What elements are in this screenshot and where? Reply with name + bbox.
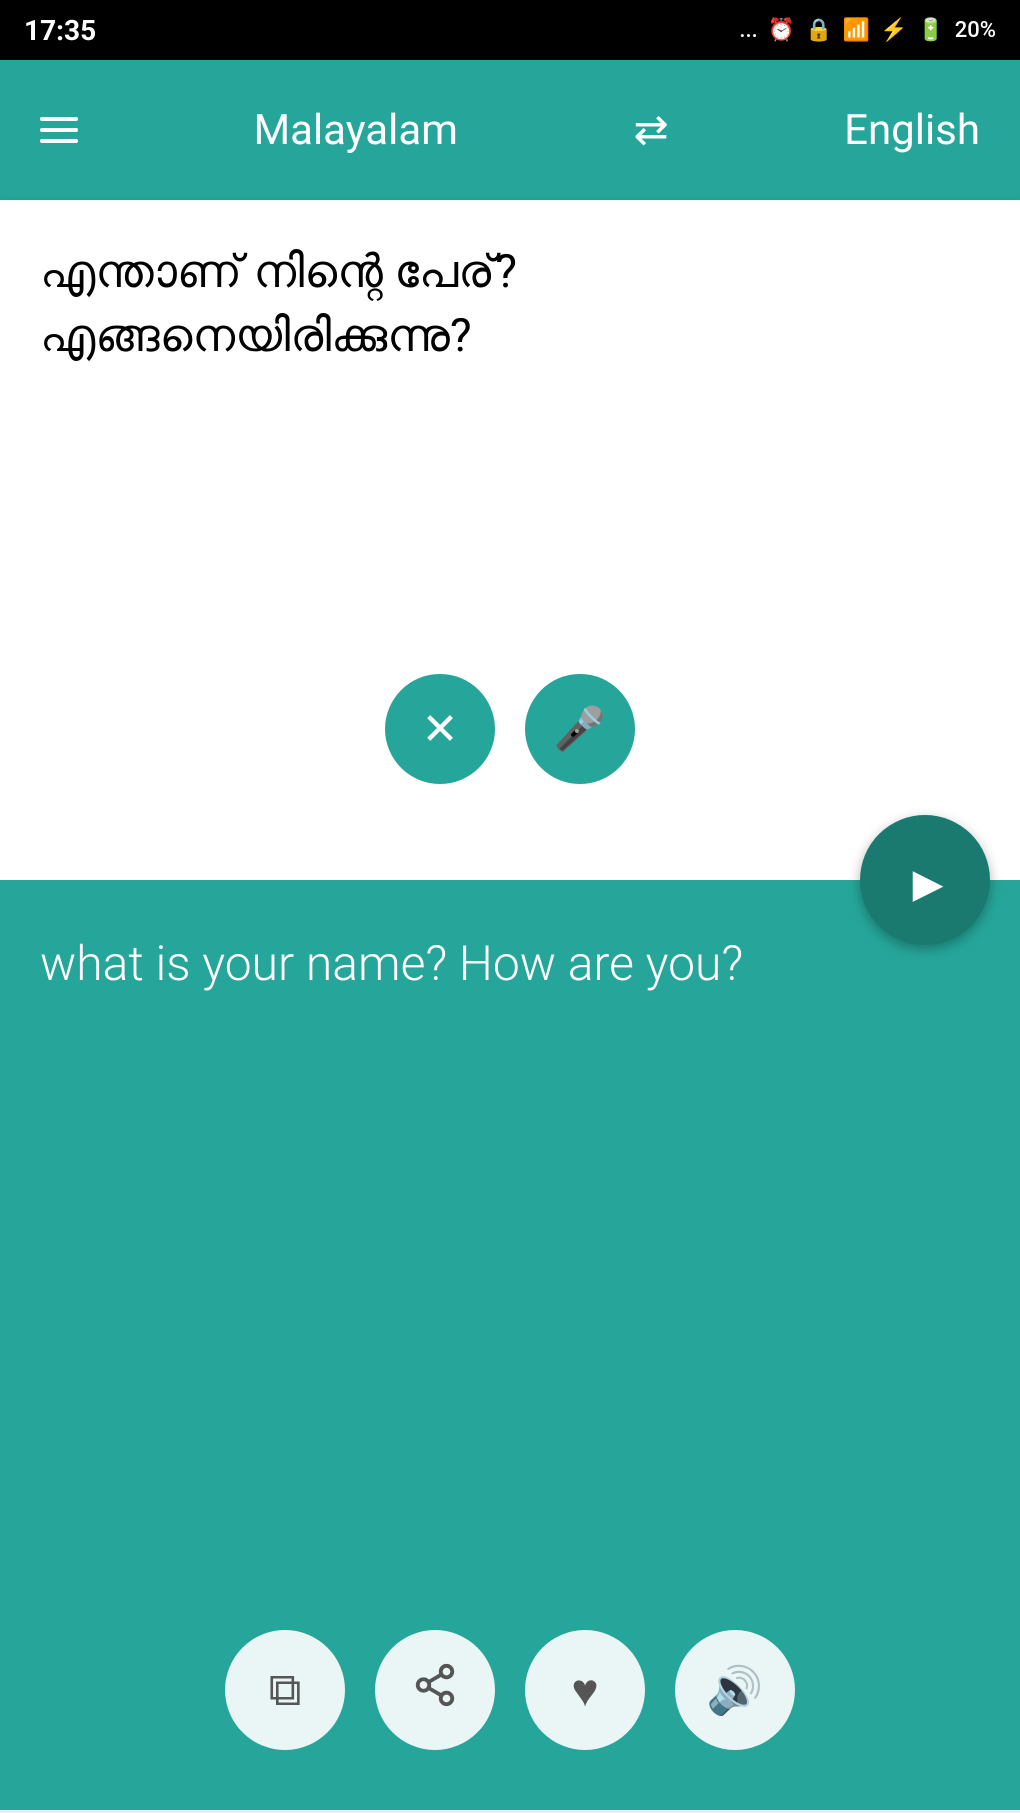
output-controls: ⧉ ♥ 🔊: [0, 1630, 1020, 1750]
menu-button[interactable]: [40, 117, 78, 143]
status-icons: ... ⏰ 🔒 📶 ⚡ 🔋 20%: [739, 18, 996, 43]
input-area: 🎤: [0, 200, 1020, 880]
microphone-button[interactable]: 🎤: [525, 674, 635, 784]
translate-button[interactable]: [860, 815, 990, 945]
share-button[interactable]: [375, 1630, 495, 1750]
status-dots: ...: [739, 18, 757, 43]
copy-button[interactable]: ⧉: [225, 1630, 345, 1750]
favorite-button[interactable]: ♥: [525, 1630, 645, 1750]
app-header: Malayalam ⇄ English: [0, 60, 1020, 200]
bolt-icon: ⚡: [880, 18, 907, 43]
copy-icon: ⧉: [269, 1662, 302, 1718]
menu-line-1: [40, 117, 78, 121]
status-bar: 17:35 ... ⏰ 🔒 📶 ⚡ 🔋 20%: [0, 0, 1020, 60]
alarm-icon: ⏰: [768, 18, 795, 43]
translated-text: what is your name? How are you?: [40, 930, 980, 997]
battery-percent: 20%: [955, 18, 996, 43]
output-area: what is your name? How are you? ⧉ ♥ 🔊: [0, 880, 1020, 1810]
speaker-icon: 🔊: [706, 1663, 763, 1718]
heart-icon: ♥: [571, 1663, 598, 1717]
status-time: 17:35: [24, 14, 96, 47]
swap-languages-button[interactable]: ⇄: [633, 105, 668, 155]
tts-button[interactable]: 🔊: [675, 1630, 795, 1750]
source-text-input[interactable]: [40, 240, 980, 640]
menu-line-2: [40, 128, 78, 132]
x-icon: [422, 704, 459, 755]
mic-icon: 🎤: [554, 705, 606, 754]
signal-icon: 📶: [843, 18, 870, 43]
share-icon: [412, 1662, 458, 1718]
input-controls: 🎤: [40, 644, 980, 804]
send-icon: [907, 851, 944, 909]
clear-button[interactable]: [385, 674, 495, 784]
source-language-selector[interactable]: Malayalam: [253, 106, 458, 155]
menu-line-3: [40, 139, 78, 143]
lock-icon: 🔒: [805, 18, 832, 43]
battery-icon: 🔋: [917, 18, 944, 43]
target-language-selector[interactable]: English: [844, 106, 980, 155]
